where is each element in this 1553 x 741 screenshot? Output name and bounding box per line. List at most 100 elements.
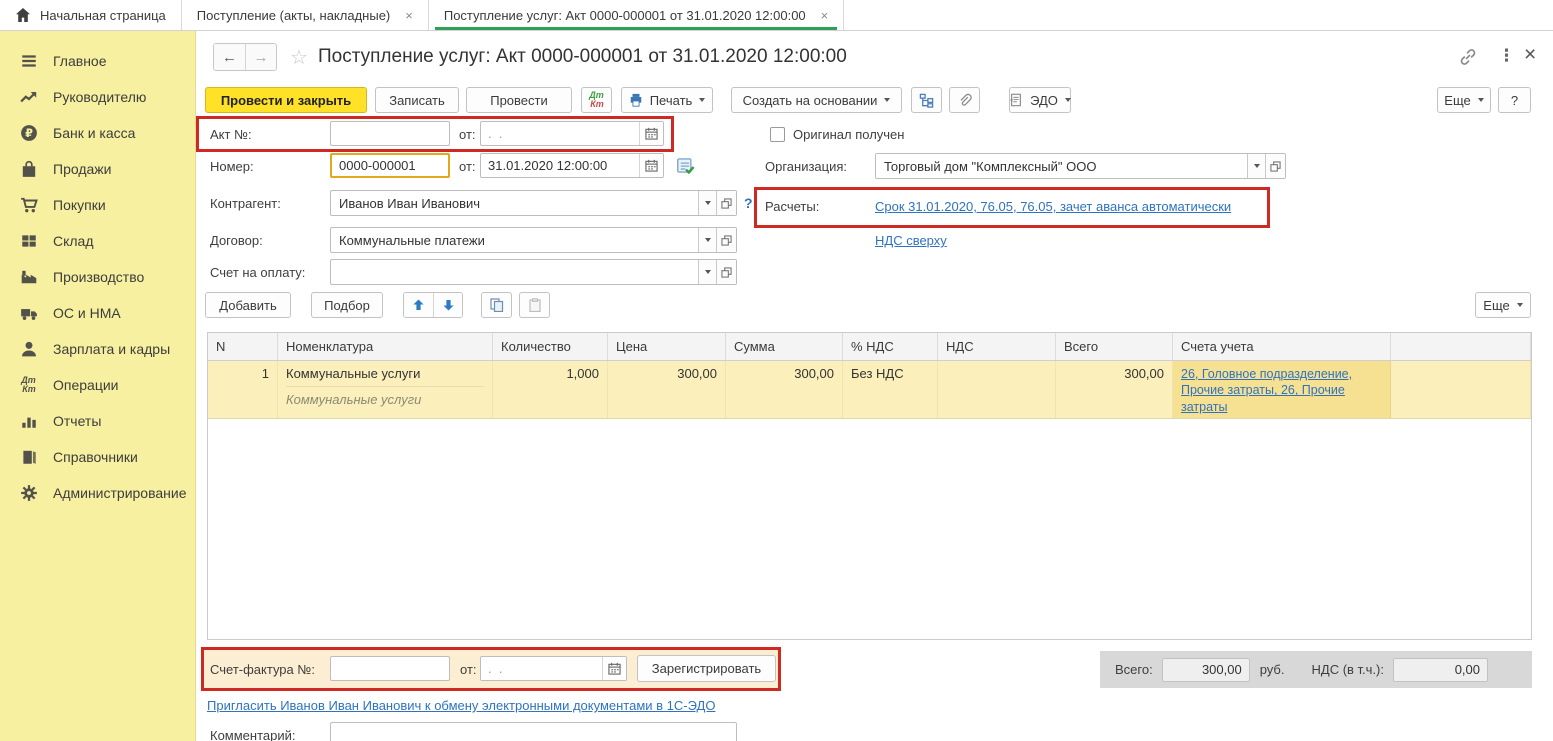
organization-field[interactable]: Торговый дом "Комплексный" ООО (875, 153, 1286, 179)
attachments-button[interactable] (949, 87, 980, 113)
set-current-date-icon[interactable] (676, 156, 695, 175)
act-date-field[interactable] (480, 121, 664, 146)
post-button[interactable]: Провести (466, 87, 572, 113)
original-received-checkbox[interactable] (770, 127, 785, 142)
close-window-icon[interactable]: × (1524, 43, 1536, 67)
post-and-close-button[interactable]: Провести и закрыть (205, 87, 367, 113)
column-header[interactable]: Сумма (726, 333, 843, 360)
cell-price[interactable]: 300,00 (608, 361, 726, 418)
column-header[interactable]: НДС (938, 333, 1056, 360)
sidebar-item-main[interactable]: Главное (0, 43, 195, 79)
sidebar-item-fixed-assets[interactable]: ОС и НМА (0, 295, 195, 331)
sidebar-item-salary-hr[interactable]: Зарплата и кадры (0, 331, 195, 367)
back-button[interactable]: ← (214, 44, 245, 70)
sidebar-item-sales[interactable]: Продажи (0, 151, 195, 187)
dropdown-button[interactable] (698, 260, 716, 284)
invoice-date-input[interactable] (481, 657, 602, 680)
number-input[interactable] (330, 153, 450, 178)
cell-quantity[interactable]: 1,000 (493, 361, 608, 418)
create-based-on-button[interactable]: Создать на основании (731, 87, 902, 113)
help-button[interactable]: ? (1498, 87, 1531, 113)
cell-total[interactable]: 300,00 (1056, 361, 1173, 418)
counterparty-label: Контрагент: (210, 196, 281, 211)
move-down-button[interactable] (433, 293, 462, 317)
copy-rows-button[interactable] (481, 292, 512, 318)
sidebar-item-reports[interactable]: Отчеты (0, 403, 195, 439)
arrow-down-icon (443, 299, 454, 311)
add-row-button[interactable]: Добавить (205, 292, 291, 318)
sidebar-item-production[interactable]: Производство (0, 259, 195, 295)
sidebar-item-bank-cash[interactable]: ₽ Банк и касса (0, 115, 195, 151)
edo-invite-link[interactable]: Пригласить Иванов Иван Иванович к обмену… (207, 698, 715, 713)
table-row[interactable]: 1 Коммунальные услуги Коммунальные услуг… (208, 361, 1531, 419)
calendar-icon[interactable] (639, 154, 663, 177)
contract-field[interactable]: Коммунальные платежи (330, 227, 737, 253)
act-date-input[interactable] (481, 122, 639, 145)
column-header[interactable]: Номенклатура (278, 333, 493, 360)
open-item-button[interactable] (716, 260, 736, 284)
settlements-link[interactable]: Срок 31.01.2020, 76.05, 76.05, зачет ава… (875, 199, 1231, 214)
dropdown-button[interactable] (698, 228, 716, 252)
dropdown-button[interactable] (698, 191, 716, 215)
dropdown-button[interactable] (1247, 154, 1265, 178)
table-more-button[interactable]: Еще (1475, 292, 1531, 318)
original-received-label: Оригинал получен (793, 127, 904, 142)
paste-rows-button[interactable] (519, 292, 550, 318)
column-header[interactable]: N (208, 333, 278, 360)
column-header[interactable]: Всего (1056, 333, 1173, 360)
open-item-button[interactable] (1265, 154, 1285, 178)
forward-button[interactable]: → (245, 44, 276, 70)
kebab-menu-icon[interactable]: ⋮ (1498, 46, 1515, 66)
column-header[interactable]: % НДС (843, 333, 938, 360)
vat-mode-link[interactable]: НДС сверху (875, 233, 947, 248)
sidebar-item-manager[interactable]: Руководителю (0, 79, 195, 115)
register-invoice-button[interactable]: Зарегистрировать (637, 655, 776, 682)
tab-close-icon[interactable]: × (821, 8, 829, 23)
column-header[interactable]: Цена (608, 333, 726, 360)
counterparty-value: Иванов Иван Иванович (331, 191, 698, 215)
cell-line-number[interactable]: 1 (208, 361, 278, 418)
tab-receipts-list[interactable]: Поступление (акты, накладные) × (182, 0, 429, 30)
document-date-field[interactable] (480, 153, 664, 178)
move-up-button[interactable] (404, 293, 433, 317)
edo-button[interactable]: ЭДО (1009, 87, 1071, 113)
calendar-icon[interactable] (602, 657, 626, 680)
cell-nomenclature[interactable]: Коммунальные услуги Коммунальные услуги (278, 361, 493, 418)
copy-icon (490, 298, 504, 312)
sidebar-item-warehouse[interactable]: Склад (0, 223, 195, 259)
counterparty-field[interactable]: Иванов Иван Иванович (330, 190, 737, 216)
get-link-icon[interactable] (1459, 48, 1477, 66)
sidebar-item-purchases[interactable]: Покупки (0, 187, 195, 223)
cell-vat[interactable] (938, 361, 1056, 418)
invoice-number-input[interactable] (330, 656, 450, 681)
calendar-icon[interactable] (639, 122, 663, 145)
column-header[interactable]: Счета учета (1173, 333, 1391, 360)
dtkt-postings-button[interactable]: ДтКт (581, 87, 612, 113)
more-button[interactable]: Еще (1437, 87, 1491, 113)
tab-home[interactable]: Начальная страница (0, 0, 182, 30)
related-documents-button[interactable] (911, 87, 942, 113)
comment-input[interactable] (330, 722, 737, 741)
tab-close-icon[interactable]: × (405, 8, 413, 23)
sidebar-item-operations[interactable]: ДтКт Операции (0, 367, 195, 403)
document-date-input[interactable] (481, 154, 639, 177)
print-button[interactable]: Печать (621, 87, 713, 113)
accounts-link[interactable]: 26, Головное подразделение, Прочие затра… (1181, 367, 1352, 414)
cell-accounts[interactable]: 26, Головное подразделение, Прочие затра… (1173, 361, 1391, 418)
cell-vat-rate[interactable]: Без НДС (843, 361, 938, 418)
cell-sum[interactable]: 300,00 (726, 361, 843, 418)
open-item-button[interactable] (716, 191, 736, 215)
save-button[interactable]: Записать (375, 87, 459, 113)
invoice-date-field[interactable] (480, 656, 627, 681)
tab-receipt-document[interactable]: Поступление услуг: Акт 0000-000001 от 31… (429, 0, 844, 30)
open-item-button[interactable] (716, 228, 736, 252)
arrow-up-icon (413, 299, 424, 311)
column-header[interactable]: Количество (493, 333, 608, 360)
counterparty-hint-icon[interactable]: ? (744, 195, 753, 211)
pick-button[interactable]: Подбор (311, 292, 383, 318)
favorite-star-icon[interactable]: ☆ (290, 45, 308, 70)
act-number-input[interactable] (330, 121, 450, 146)
payment-invoice-field[interactable] (330, 259, 737, 285)
sidebar-item-administration[interactable]: Администрирование (0, 475, 195, 511)
sidebar-item-directories[interactable]: Справочники (0, 439, 195, 475)
